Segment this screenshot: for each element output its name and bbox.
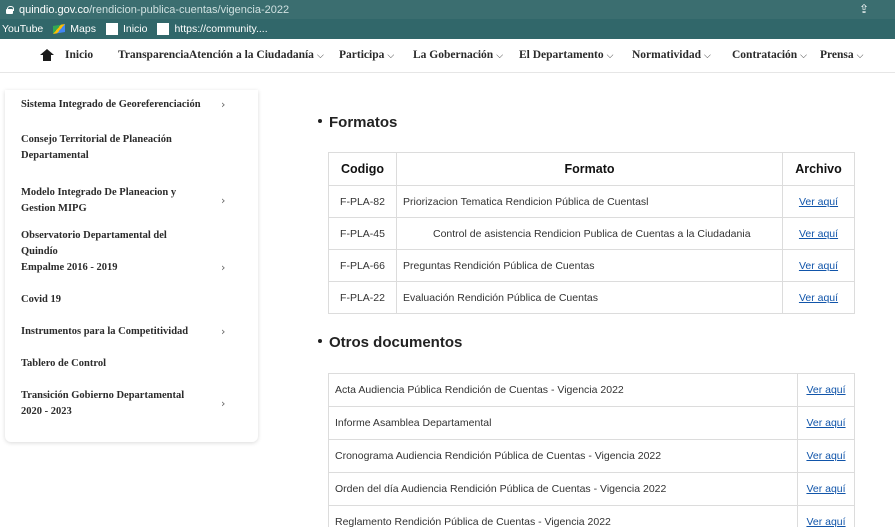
ver-aqui-link[interactable]: Ver aquí <box>806 483 845 495</box>
nav-participa[interactable]: Participa ⌵ <box>339 49 394 61</box>
bookmark-youtube[interactable]: YouTube <box>2 23 43 35</box>
chevron-down-icon: ⌵ <box>856 51 864 61</box>
ver-aqui-link[interactable]: Ver aquí <box>799 228 838 240</box>
chevron-right-icon: › <box>221 261 226 274</box>
otros-documentos-table: Acta Audiencia Pública Rendición de Cuen… <box>328 373 855 527</box>
table-row: Acta Audiencia Pública Rendición de Cuen… <box>328 373 855 407</box>
table-row: Reglamento Rendición Pública de Cuentas … <box>328 505 855 527</box>
sidebar-item-mipg[interactable]: Modelo Integrado De Planeacion y Gestion… <box>21 185 241 217</box>
nav-prensa[interactable]: Prensa ⌵ <box>820 49 863 61</box>
section-title-otros-documentos: Otros documentos <box>318 334 462 351</box>
formatos-table: Codigo Formato Archivo F-PLA-82 Prioriza… <box>328 152 855 314</box>
ver-aqui-link[interactable]: Ver aquí <box>799 196 838 208</box>
column-header-formato: Formato <box>396 152 783 186</box>
sidebar-item-covid[interactable]: Covid 19 <box>21 292 241 308</box>
page-icon <box>157 23 170 35</box>
url-host: quindio.gov.co <box>19 3 90 16</box>
chevron-right-icon: › <box>221 98 226 111</box>
lock-icon <box>6 5 14 14</box>
row-name: Informe Asamblea Departamental <box>328 406 798 440</box>
table-row: Orden del día Audiencia Rendición Públic… <box>328 472 855 506</box>
row-name: Control de asistencia Rendicion Publica … <box>396 217 783 250</box>
url-path: /rendicion-publica-cuentas/vigencia-2022 <box>89 3 290 16</box>
bookmark-maps[interactable]: Maps <box>53 23 96 35</box>
nav-atencion[interactable]: Atención a la Ciudadanía ⌵ <box>189 49 324 61</box>
chevron-right-icon: › <box>221 397 226 410</box>
ver-aqui-link[interactable]: Ver aquí <box>799 260 838 272</box>
sidebar-item-competitividad[interactable]: Instrumentos para la Competitividad › <box>21 324 241 340</box>
sidebar-item-transicion[interactable]: Transición Gobierno Departamental 2020 -… <box>21 388 241 420</box>
nav-contratacion[interactable]: Contratación ⌵ <box>732 49 807 61</box>
row-code: F-PLA-45 <box>328 217 397 250</box>
row-name: Cronograma Audiencia Rendición Pública d… <box>328 439 798 473</box>
row-code: F-PLA-66 <box>328 249 397 282</box>
ver-aqui-link[interactable]: Ver aquí <box>806 417 845 429</box>
column-header-archivo: Archivo <box>782 152 855 186</box>
row-name: Priorizacion Tematica Rendicion Pública … <box>396 185 783 218</box>
sidebar-item-observatorio[interactable]: Observatorio Departamental del Quindío <box>21 228 241 260</box>
chevron-down-icon: ⌵ <box>704 51 711 61</box>
bookmark-community[interactable]: https://community.... <box>157 23 268 35</box>
sidebar-item-consejo[interactable]: Consejo Territorial de Planeación Depart… <box>21 132 241 164</box>
sidebar-item-empalme[interactable]: Empalme 2016 - 2019 › <box>21 260 241 276</box>
chevron-down-icon: ⌵ <box>316 51 324 61</box>
table-row: F-PLA-45 Control de asistencia Rendicion… <box>328 217 855 250</box>
table-row: F-PLA-66 Preguntas Rendición Pública de … <box>328 249 855 282</box>
nav-el-departamento[interactable]: El Departamento ⌵ <box>519 49 613 61</box>
maps-icon <box>53 23 65 35</box>
row-code: F-PLA-82 <box>328 185 397 218</box>
chevron-right-icon: › <box>221 194 226 207</box>
column-header-codigo: Codigo <box>328 152 397 186</box>
chevron-down-icon: ⌵ <box>800 51 807 61</box>
row-name: Orden del día Audiencia Rendición Públic… <box>328 472 798 506</box>
chevron-right-icon: › <box>221 325 226 338</box>
row-name: Acta Audiencia Pública Rendición de Cuen… <box>328 373 798 407</box>
share-icon[interactable]: ⇪ <box>859 2 869 16</box>
row-name: Evaluación Rendición Pública de Cuentas <box>396 281 783 314</box>
table-row: F-PLA-22 Evaluación Rendición Pública de… <box>328 281 855 314</box>
chevron-down-icon: ⌵ <box>606 51 614 61</box>
ver-aqui-link[interactable]: Ver aquí <box>799 292 838 304</box>
row-name: Reglamento Rendición Pública de Cuentas … <box>328 505 798 527</box>
table-row: Informe Asamblea Departamental Ver aquí <box>328 406 855 440</box>
chevron-down-icon: ⌵ <box>496 51 504 61</box>
sidebar: Sistema Integrado de Georeferenciación › … <box>5 90 258 442</box>
nav-normatividad[interactable]: Normatividad ⌵ <box>632 49 711 61</box>
table-row: Cronograma Audiencia Rendición Pública d… <box>328 439 855 473</box>
section-title-formatos: Formatos <box>318 114 397 131</box>
bookmarks-bar: YouTube Maps Inicio https://community...… <box>0 19 895 39</box>
row-code: F-PLA-22 <box>328 281 397 314</box>
address-bar[interactable]: quindio.gov.co/rendicion-publica-cuentas… <box>0 0 895 19</box>
sidebar-item-tablero[interactable]: Tablero de Control <box>21 356 241 372</box>
sidebar-item-georeferenciacion[interactable]: Sistema Integrado de Georeferenciación › <box>21 97 241 113</box>
ver-aqui-link[interactable]: Ver aquí <box>806 384 845 396</box>
nav-transparencia[interactable]: Transparencia <box>118 49 189 61</box>
table-header-row: Codigo Formato Archivo <box>328 152 855 186</box>
ver-aqui-link[interactable]: Ver aquí <box>806 516 845 527</box>
home-icon[interactable] <box>40 49 54 61</box>
chevron-down-icon: ⌵ <box>387 51 395 61</box>
table-row: F-PLA-82 Priorizacion Tematica Rendicion… <box>328 185 855 218</box>
nav-la-gobernacion[interactable]: La Gobernación ⌵ <box>413 49 503 61</box>
ver-aqui-link[interactable]: Ver aquí <box>806 450 845 462</box>
row-name: Preguntas Rendición Pública de Cuentas <box>396 249 783 282</box>
nav-inicio[interactable]: Inicio <box>65 49 93 61</box>
site-nav: Inicio Transparencia Atención a la Ciuda… <box>0 39 895 73</box>
bookmark-inicio[interactable]: Inicio <box>105 23 147 35</box>
page-icon <box>105 23 118 35</box>
